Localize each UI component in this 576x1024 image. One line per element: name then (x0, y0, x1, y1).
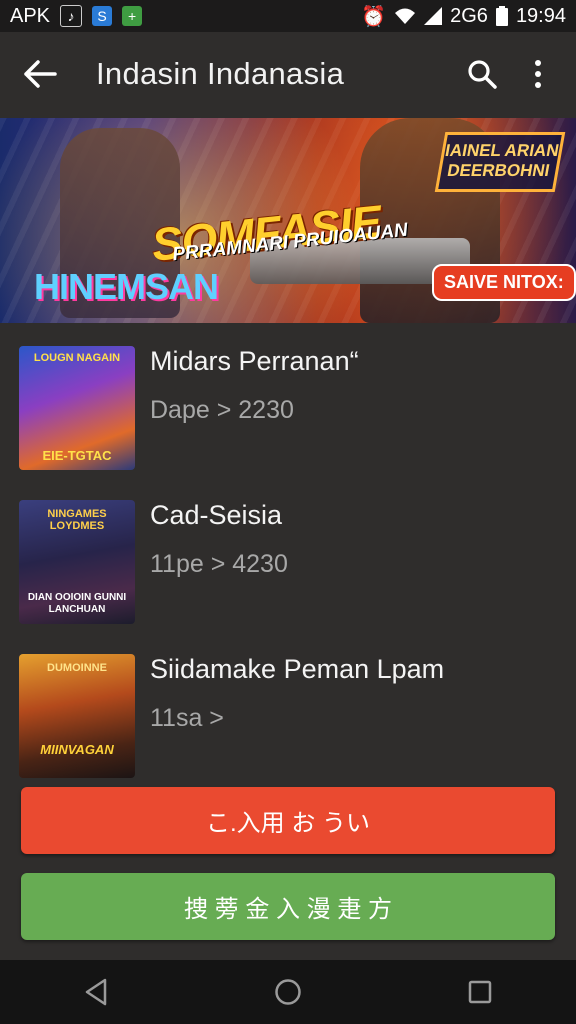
music-notification-icon: ♪ (60, 5, 83, 27)
banner-badge: SAIVE NITOX: (432, 264, 576, 301)
app-notification-icon: S (92, 6, 113, 26)
thumb-title: LOUGN NAGAIN (33, 352, 121, 364)
list-item[interactable]: DUMOINNE MIINVAGAN Siidamake Peman Lpam … (0, 638, 576, 778)
item-thumbnail: DUMOINNE MIINVAGAN (19, 654, 135, 778)
item-subtitle: 11sa > (150, 704, 224, 732)
item-title: Midars Perranan“ (150, 346, 359, 376)
banner-left-text: HINEMSAN (34, 266, 219, 307)
thumb-title: NINGAMES LOYDMES (47, 508, 107, 532)
carrier-label: APK (10, 4, 51, 27)
thumb-caption: DIAN OOIOIN GUNNI LANCHUAN (27, 592, 127, 615)
nav-home-icon (275, 979, 301, 1005)
back-arrow-icon (24, 60, 57, 88)
list-item[interactable]: NINGAMES LOYDMES DIAN OOIOIN GUNNI LANCH… (0, 484, 576, 624)
item-thumbnail: NINGAMES LOYDMES DIAN OOIOIN GUNNI LANCH… (19, 500, 135, 624)
item-subtitle: Dape > 2230 (150, 396, 294, 424)
promo-banner[interactable]: SOMFASIE PRRAMNARI PRUIOAUAN HINEMSAN IA… (0, 118, 576, 323)
signal-icon (424, 7, 443, 25)
thumb-title: DUMOINNE (47, 662, 107, 674)
item-subtitle: 11pe > 4230 (150, 550, 288, 578)
more-options-button[interactable] (510, 46, 566, 102)
item-title: Siidamake Peman Lpam (150, 654, 445, 684)
alarm-icon: ⏰ (361, 5, 387, 28)
page-title: Indasin Indanasia (96, 56, 345, 91)
nav-recents-icon (468, 980, 492, 1004)
item-thumbnail: LOUGN NAGAIN EIE-TGTAC (19, 346, 135, 470)
list-item[interactable]: LOUGN NAGAIN EIE-TGTAC Midars Perranan“ … (0, 330, 576, 470)
nav-home-button[interactable] (256, 960, 320, 1024)
search-icon (468, 60, 497, 89)
nav-back-button[interactable] (64, 960, 128, 1024)
nav-back-icon (85, 978, 107, 1006)
search-button[interactable] (454, 46, 510, 102)
network-label: 2G6 (450, 4, 488, 27)
status-bar: APK ♪ S + ⏰ 2G6 19:94 (0, 0, 576, 32)
clock: 19:94 (515, 4, 566, 27)
thumb-caption: MIINVAGAN (40, 742, 114, 757)
add-notification-icon: + (122, 6, 143, 26)
primary-button[interactable]: こ.入用 お うい (21, 787, 555, 854)
item-title: Cad-Seisia (150, 500, 283, 530)
thumb-caption: EIE-TGTAC (42, 448, 112, 463)
system-nav-bar (0, 960, 576, 1024)
wifi-icon (395, 8, 416, 24)
back-button[interactable] (10, 44, 70, 104)
nav-recents-button[interactable] (448, 960, 512, 1024)
app-bar: Indasin Indanasia (0, 32, 576, 116)
secondary-button[interactable]: 捜 蒡 金 入 漫 疌 方 (21, 873, 555, 940)
more-vert-icon (535, 60, 541, 88)
battery-icon (495, 6, 508, 26)
banner-corner-text: IAINEL ARIAN DEERBOHNI (434, 132, 566, 192)
